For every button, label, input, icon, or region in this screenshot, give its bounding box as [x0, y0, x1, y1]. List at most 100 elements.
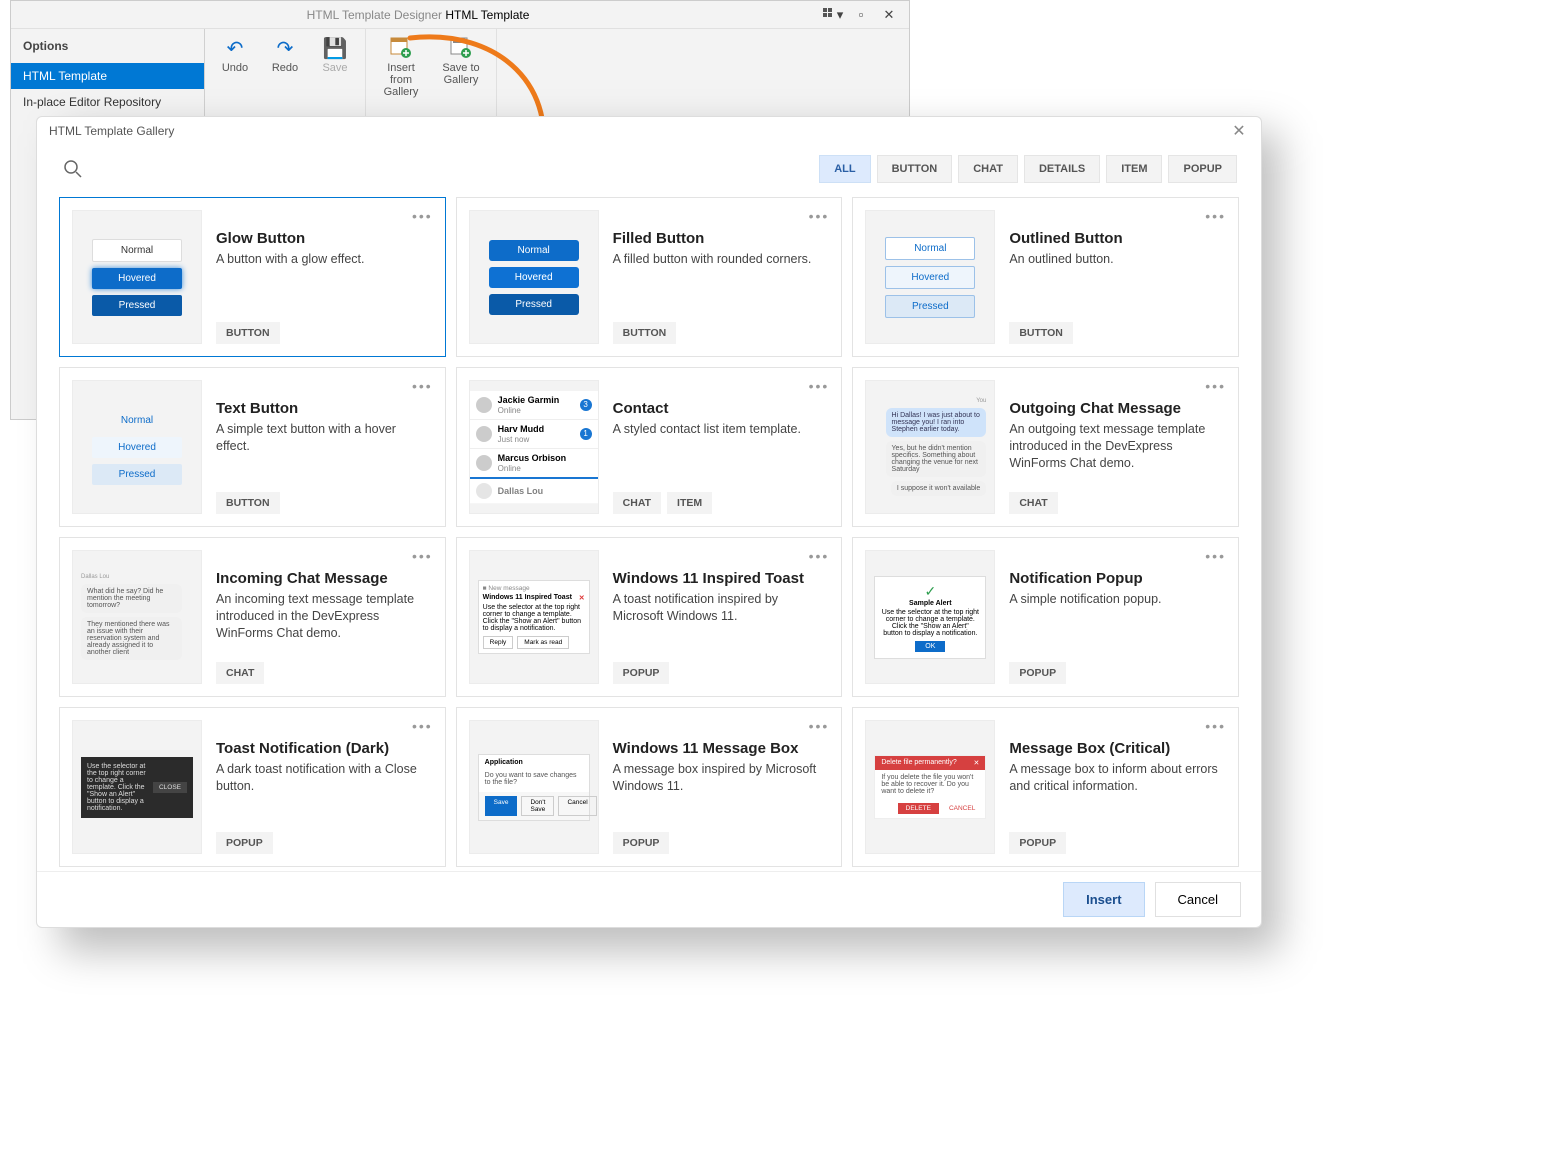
card-thumbnail: ■ New message Windows 11 Inspired Toast✕… — [469, 550, 599, 684]
tag-item: ITEM — [667, 492, 712, 514]
card-description: A message box to inform about errors and… — [1009, 761, 1226, 795]
card-menu-icon[interactable]: ••• — [1205, 718, 1226, 734]
card-critical-messagebox[interactable]: ••• Delete file permanently?✕ If you del… — [852, 707, 1239, 867]
card-title: Outgoing Chat Message — [1009, 400, 1226, 417]
save-icon: 💾 — [323, 36, 347, 60]
card-filled-button[interactable]: ••• Normal Hovered Pressed Filled Button… — [456, 197, 843, 357]
card-description: An incoming text message template introd… — [216, 591, 433, 642]
card-thumbnail: Use the selector at the top right corner… — [72, 720, 202, 854]
tag-popup: POPUP — [1009, 832, 1066, 854]
insert-from-gallery-button[interactable]: Insert from Gallery — [372, 33, 430, 101]
card-description: An outgoing text message template introd… — [1009, 421, 1226, 472]
card-thumbnail: ✓ Sample Alert Use the selector at the t… — [865, 550, 995, 684]
card-title: Notification Popup — [1009, 570, 1226, 587]
card-menu-icon[interactable]: ••• — [1205, 548, 1226, 564]
card-text-button[interactable]: ••• Normal Hovered Pressed Text Button A… — [59, 367, 446, 527]
card-thumbnail: Normal Hovered Pressed — [469, 210, 599, 344]
tag-chat: CHAT — [1009, 492, 1057, 514]
cancel-button[interactable]: Cancel — [1155, 882, 1241, 917]
search-icon[interactable] — [55, 151, 91, 187]
card-outlined-button[interactable]: ••• Normal Hovered Pressed Outlined Butt… — [852, 197, 1239, 357]
gallery-title: HTML Template Gallery — [49, 124, 174, 138]
tag-button: BUTTON — [613, 322, 677, 344]
redo-button[interactable]: ↷Redo — [261, 33, 309, 77]
card-menu-icon[interactable]: ••• — [1205, 378, 1226, 394]
card-contact[interactable]: ••• Jackie GarminOnline3 Harv MuddJust n… — [456, 367, 843, 527]
card-description: A dark toast notification with a Close b… — [216, 761, 433, 795]
gallery-window: HTML Template Gallery ✕ ALL BUTTON CHAT … — [36, 116, 1262, 928]
filter-popup[interactable]: POPUP — [1168, 155, 1237, 183]
card-title: Incoming Chat Message — [216, 570, 433, 587]
card-title: Glow Button — [216, 230, 433, 247]
card-thumbnail: Application Do you want to save changes … — [469, 720, 599, 854]
filter-button[interactable]: BUTTON — [877, 155, 953, 183]
close-icon[interactable]: ✕ — [877, 5, 901, 25]
card-menu-icon[interactable]: ••• — [809, 378, 830, 394]
insert-button[interactable]: Insert — [1063, 882, 1144, 917]
sidebar-item-inplace-editor[interactable]: In-place Editor Repository — [11, 89, 204, 115]
card-description: A filled button with rounded corners. — [613, 251, 830, 268]
card-title: Contact — [613, 400, 830, 417]
card-description: A styled contact list item template. — [613, 421, 830, 438]
save-button: 💾Save — [311, 33, 359, 77]
card-menu-icon[interactable]: ••• — [412, 718, 433, 734]
gallery-footer: Insert Cancel — [37, 871, 1261, 927]
filter-item[interactable]: ITEM — [1106, 155, 1162, 183]
card-w11-messagebox[interactable]: ••• Application Do you want to save chan… — [456, 707, 843, 867]
card-description: A message box inspired by Microsoft Wind… — [613, 761, 830, 795]
insert-from-gallery-icon — [389, 36, 413, 60]
card-w11-toast[interactable]: ••• ■ New message Windows 11 Inspired To… — [456, 537, 843, 697]
card-thumbnail: Delete file permanently?✕ If you delete … — [865, 720, 995, 854]
filter-chat[interactable]: CHAT — [958, 155, 1018, 183]
card-title: Message Box (Critical) — [1009, 740, 1226, 757]
card-dark-toast[interactable]: ••• Use the selector at the top right co… — [59, 707, 446, 867]
card-menu-icon[interactable]: ••• — [1205, 208, 1226, 224]
card-menu-icon[interactable]: ••• — [809, 718, 830, 734]
card-description: A simple text button with a hover effect… — [216, 421, 433, 455]
card-incoming-chat[interactable]: ••• Dallas Lou What did he say? Did he m… — [59, 537, 446, 697]
redo-icon: ↷ — [273, 36, 297, 60]
tag-button: BUTTON — [1009, 322, 1073, 344]
sidebar-item-html-template[interactable]: HTML Template — [11, 63, 204, 89]
restore-icon[interactable]: ▫ — [849, 5, 873, 25]
card-notification-popup[interactable]: ••• ✓ Sample Alert Use the selector at t… — [852, 537, 1239, 697]
card-title: Text Button — [216, 400, 433, 417]
save-to-gallery-button[interactable]: Save to Gallery — [432, 33, 490, 101]
undo-button[interactable]: ↶Undo — [211, 33, 259, 77]
card-menu-icon[interactable]: ••• — [809, 208, 830, 224]
card-title: Filled Button — [613, 230, 830, 247]
card-thumbnail: Normal Hovered Pressed — [865, 210, 995, 344]
gallery-titlebar: HTML Template Gallery ✕ — [37, 117, 1261, 145]
tag-button: BUTTON — [216, 322, 280, 344]
card-thumbnail: Normal Hovered Pressed — [72, 380, 202, 514]
filter-details[interactable]: DETAILS — [1024, 155, 1100, 183]
card-glow-button[interactable]: ••• Normal Hovered Pressed Glow Button A… — [59, 197, 446, 357]
close-icon[interactable]: ✕ — [1229, 121, 1249, 141]
card-outgoing-chat[interactable]: ••• You Hi Dallas! I was just about to m… — [852, 367, 1239, 527]
tag-popup: POPUP — [613, 662, 670, 684]
card-thumbnail: Dallas Lou What did he say? Did he menti… — [72, 550, 202, 684]
tag-chat: CHAT — [613, 492, 661, 514]
card-menu-icon[interactable]: ••• — [412, 378, 433, 394]
card-description: A button with a glow effect. — [216, 251, 433, 268]
tag-popup: POPUP — [216, 832, 273, 854]
tag-popup: POPUP — [613, 832, 670, 854]
card-thumbnail: You Hi Dallas! I was just about to messa… — [865, 380, 995, 514]
gallery-grid: ••• Normal Hovered Pressed Glow Button A… — [37, 193, 1261, 871]
layout-picker-icon[interactable]: ▾ — [821, 5, 845, 25]
card-description: An outlined button. — [1009, 251, 1226, 268]
card-title: Outlined Button — [1009, 230, 1226, 247]
card-description: A toast notification inspired by Microso… — [613, 591, 830, 625]
card-menu-icon[interactable]: ••• — [412, 548, 433, 564]
window-title: HTML Template Designer HTML Template — [19, 8, 817, 22]
tag-chat: CHAT — [216, 662, 264, 684]
card-menu-icon[interactable]: ••• — [412, 208, 433, 224]
undo-icon: ↶ — [223, 36, 247, 60]
tag-button: BUTTON — [216, 492, 280, 514]
card-menu-icon[interactable]: ••• — [809, 548, 830, 564]
filter-all[interactable]: ALL — [819, 155, 870, 183]
card-title: Toast Notification (Dark) — [216, 740, 433, 757]
designer-titlebar: HTML Template Designer HTML Template ▾ ▫… — [11, 1, 909, 29]
save-to-gallery-icon — [449, 36, 473, 60]
card-title: Windows 11 Message Box — [613, 740, 830, 757]
